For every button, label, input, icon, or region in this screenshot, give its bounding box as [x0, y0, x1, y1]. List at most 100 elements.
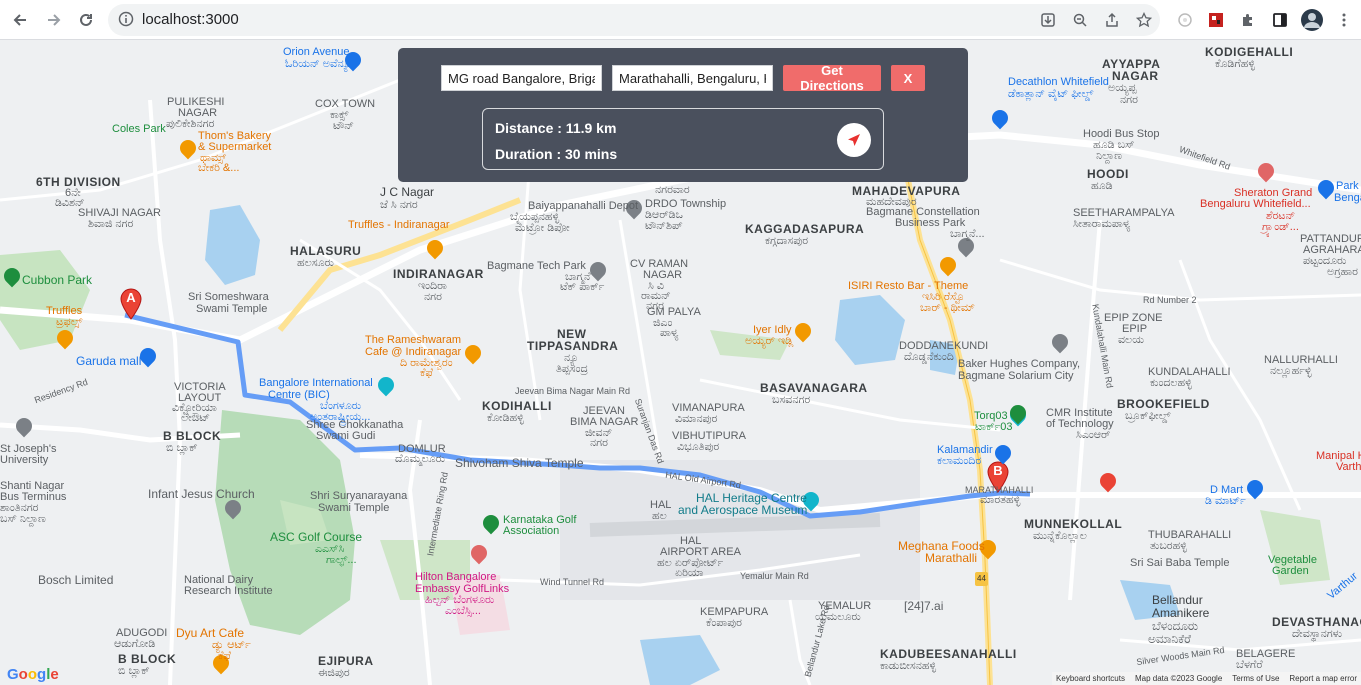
poi-label: ಗ್ರ್ಯಾಂಡ್... — [1262, 221, 1299, 233]
star-icon[interactable] — [1132, 8, 1156, 32]
puzzle-icon[interactable] — [1236, 8, 1260, 32]
area-label: ನಗರ — [590, 437, 608, 449]
poi-label: Sri Sai Baba Temple — [1130, 557, 1230, 569]
browser-toolbar: localhost:3000 — [0, 0, 1361, 40]
menu-icon[interactable] — [1332, 8, 1356, 32]
poi-label: Garuda mall — [76, 354, 142, 368]
area-label: ಪುಲಿಕೇಶಿನಗರ — [166, 118, 215, 130]
directions-panel: Get Directions X Distance : 11.9 km Dura… — [398, 48, 968, 182]
area-label: Bellandur — [1152, 593, 1203, 607]
forward-icon[interactable] — [42, 8, 66, 32]
area-label: HOODI — [1087, 167, 1129, 181]
area-label: KAGGADASAPURA — [745, 222, 865, 236]
poi-label: Swami Temple — [196, 303, 268, 315]
terms-link[interactable]: Terms of Use — [1232, 674, 1279, 683]
install-icon[interactable] — [1036, 8, 1060, 32]
back-icon[interactable] — [8, 8, 32, 32]
poi-label: ಟೆಕ್ ಪಾರ್ಕ್ — [560, 281, 605, 293]
area-label: ದೇವಸ್ಥಾನಗಳು — [1292, 628, 1343, 640]
area-label: ಕೊಡಿಗೆಹಳ್ಳಿ — [1215, 58, 1256, 70]
area-label: ಟೌನ್ — [333, 120, 354, 132]
address-bar[interactable]: localhost:3000 — [108, 4, 1160, 36]
area-label: J C Nagar — [380, 185, 435, 199]
area-label: ನಗರವಾರ — [655, 184, 690, 196]
area-label: ಲೇಔಟ್ — [181, 412, 211, 424]
poi-label: ಕಲಾಮಂದಿರ — [937, 455, 982, 467]
poi-label: Swami Temple — [318, 502, 390, 514]
highway-shield: 44 — [975, 572, 988, 586]
area-label: ದೊಮ್ಮಲೂರು — [395, 453, 445, 465]
area-label: ಜೆ ಸಿ ನಗರ — [380, 199, 418, 211]
poi-label: ಓರಿಯನ್ ಅವೆನ್ಯೂ — [285, 58, 353, 70]
area-label: ಅಗ್ರಹಾರ — [1327, 266, 1358, 278]
poi-label: Bagmane Solarium City — [958, 370, 1074, 382]
recenter-button[interactable] — [837, 123, 871, 157]
area-label: ಹೂಡಿ — [1091, 180, 1113, 192]
area-label: ನಲ್ಲೂರ್ಹಳ್ಳಿ — [1270, 365, 1312, 377]
area-label: MUNNEKOLLAL — [1024, 517, 1123, 531]
navigation-arrow-icon — [848, 134, 860, 146]
poi-label: Baker Hughes Company, — [958, 358, 1081, 370]
marker-b-label: B — [993, 463, 1003, 478]
poi-label: Shri Suryanarayana — [310, 490, 408, 502]
area-label: ನಗರ — [1120, 94, 1138, 106]
area-label: ಅಯ್ಯಪ್ಪ — [1108, 82, 1137, 94]
area-label: KODIGEHALLI — [1205, 45, 1294, 59]
poi-label: Hilton Bangalore — [415, 571, 497, 583]
info-icon[interactable] — [118, 11, 134, 27]
poi-label: Association — [503, 525, 560, 537]
poi-label: Infant Jesus Church — [148, 487, 255, 501]
poi-label: ಎಂಬೆಸ್ಸಿ... — [445, 605, 481, 617]
road-label: Jeevan Bima Nagar Main Rd — [515, 386, 631, 396]
area-label: INDIRANAGAR — [393, 267, 484, 281]
area-label: ಬ್ರೂಕ್‌ಫೀಲ್ಡ್ — [1125, 410, 1171, 422]
report-error-link[interactable]: Report a map error — [1289, 674, 1357, 683]
area-label: ತಿಪ್ಪಸಂದ್ರ — [556, 363, 589, 375]
area-label: ಹಲಸೂರು — [297, 257, 334, 269]
share-icon[interactable] — [1100, 8, 1124, 32]
poi-label: Bangalore International — [259, 377, 373, 389]
poi-label: Bengal — [1334, 192, 1361, 204]
poi-label: ಬಾಗ್ಮನೆ... — [950, 228, 985, 240]
area-label: BROOKEFIELD — [1117, 397, 1210, 411]
area-label: ಬಿ ಬ್ಲಾಕ್ — [118, 665, 150, 677]
area-label: ಆಡುಗೋಡಿ — [114, 638, 156, 650]
area-label: B BLOCK — [163, 429, 222, 443]
close-button[interactable]: X — [891, 65, 925, 91]
area-label: ವಿಭೂತಿಪುರ — [677, 441, 720, 453]
extension-red-icon[interactable] — [1204, 8, 1228, 32]
route-info-box: Distance : 11.9 km Duration : 30 mins — [482, 108, 884, 170]
reload-icon[interactable] — [74, 8, 98, 32]
extension-icon[interactable] — [1173, 8, 1197, 32]
area-label: ಏರಿಯಾ — [675, 567, 704, 579]
area-label: ದೊಡ್ಡನೆಕುಂದಿ — [904, 351, 954, 363]
road-label: Rd Number 2 — [1143, 295, 1197, 305]
poi-label: Research Institute — [184, 585, 273, 597]
origin-input[interactable] — [441, 65, 602, 91]
zoom-icon[interactable] — [1068, 8, 1092, 32]
keyboard-shortcuts-link[interactable]: Keyboard shortcuts — [1056, 674, 1125, 683]
poi-label: ಅಯ್ಯರ್ ಇಡ್ಲಿ — [745, 335, 794, 347]
area-label: ಹಲ — [652, 510, 667, 522]
poi-label: ಸಿಎಂಆರ್ — [1076, 429, 1111, 441]
area-label: ನಗರ — [424, 291, 442, 303]
profile-avatar[interactable] — [1300, 8, 1324, 32]
poi-label: ಬಾರ್ - ಥೀಮ್ — [920, 302, 975, 314]
road-label: Wind Tunnel Rd — [540, 577, 605, 587]
poi-label: Orion Avenue — [283, 46, 350, 58]
poi-label: ಕೆಫೆ — [218, 650, 231, 662]
destination-input[interactable] — [612, 65, 773, 91]
area-label: KADUBEESANAHALLI — [880, 647, 1017, 661]
get-directions-button[interactable]: Get Directions — [783, 63, 881, 93]
area-label: KODIHALLI — [482, 399, 552, 413]
area-label: ಕಗ್ಗದಾಸಪುರ — [765, 235, 809, 247]
map-data-text: Map data ©2023 Google — [1134, 674, 1223, 683]
area-label: BASAVANAGARA — [760, 381, 868, 395]
poi-label: Marathalli — [925, 551, 978, 565]
google-logo: Google — [7, 666, 59, 683]
poi-label: ಡೆಕಾತ್ಲಾನ್ ವೈಟ್ ಫೀಲ್ಡ್ — [1008, 88, 1094, 100]
area-label: ಮಾರತಹಳ್ಳಿ — [980, 494, 1021, 506]
sidepanel-icon[interactable] — [1268, 8, 1292, 32]
area-label: ಪಾಳ್ಯ — [660, 327, 679, 339]
poi-label: Swami Gudi — [316, 430, 376, 442]
